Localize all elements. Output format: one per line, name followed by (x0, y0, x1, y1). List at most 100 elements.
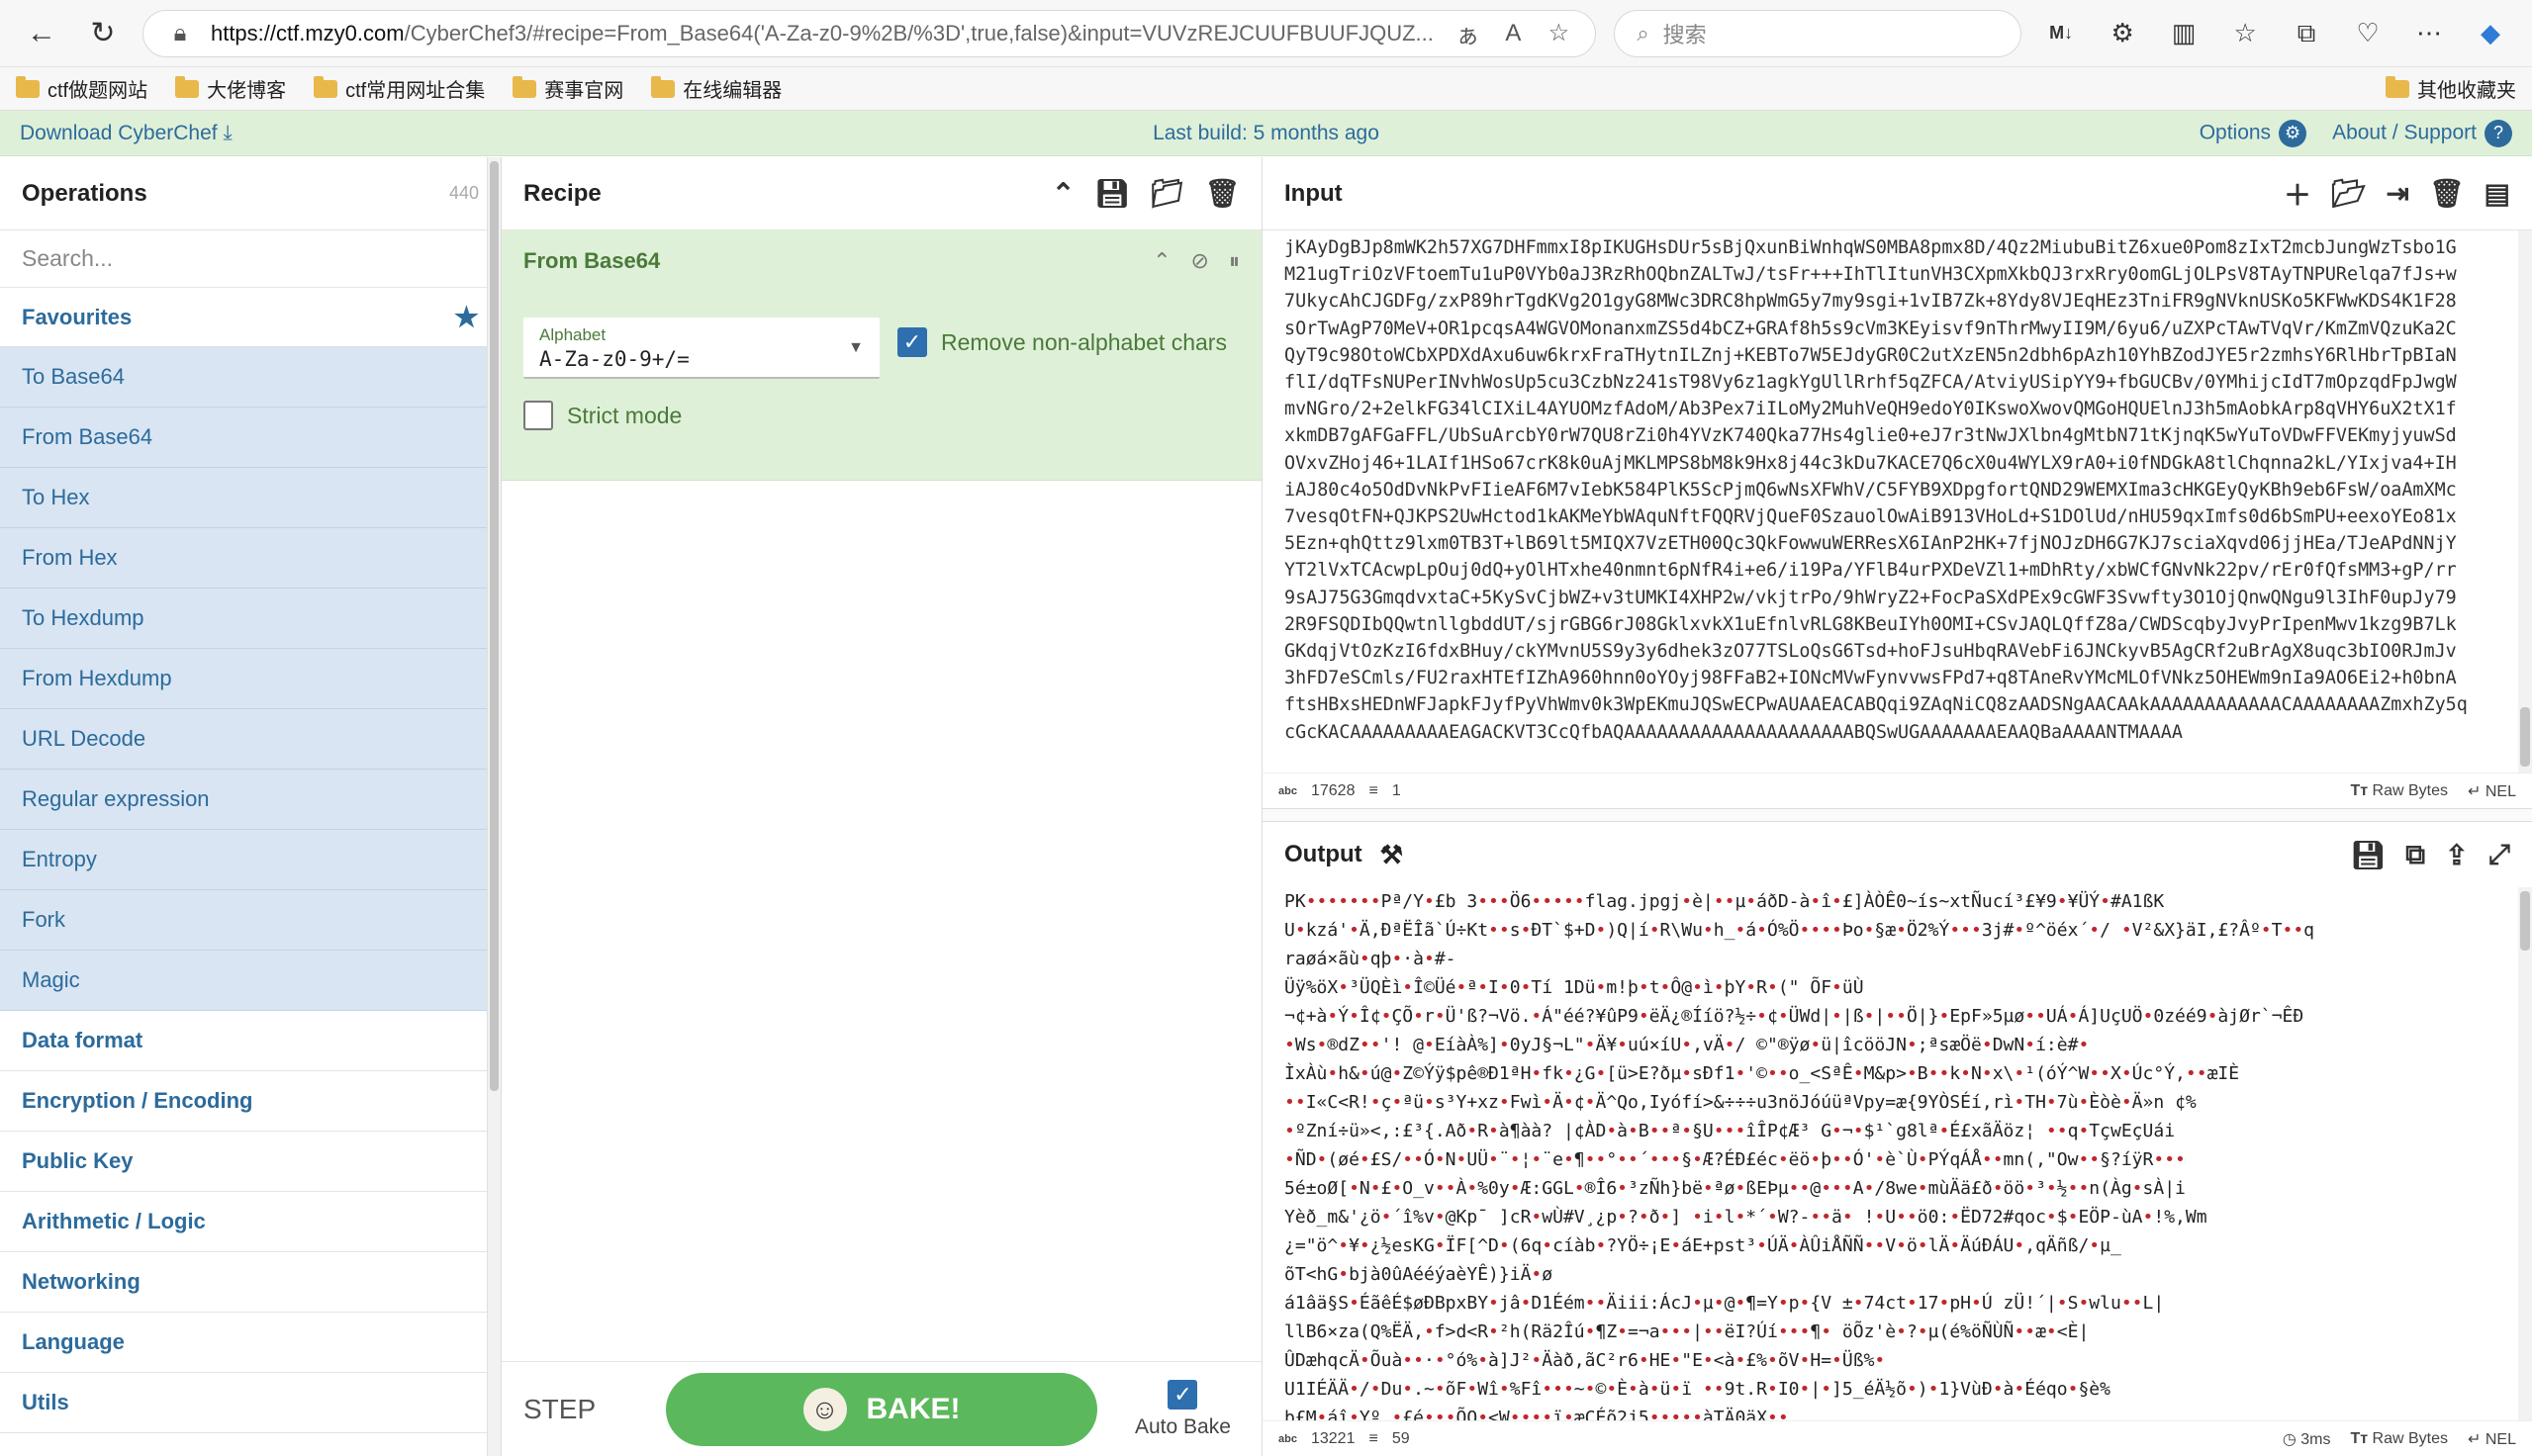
operation-item[interactable]: From Base64 (0, 408, 501, 468)
chevron-up-icon[interactable]: ⌃ (1153, 248, 1171, 274)
operations-count: 440 (448, 183, 479, 203)
add-tab-icon[interactable]: ＋ (2284, 174, 2311, 214)
browser-essentials-icon[interactable]: ♡ (2346, 12, 2390, 55)
puzzle-icon[interactable]: ⚙︎ (2101, 12, 2144, 55)
load-recipe-icon[interactable]: 📁︎ (1150, 177, 1185, 210)
operation-item[interactable]: Entropy (0, 830, 501, 890)
bookmark-folder[interactable]: 大佬博客 (175, 74, 286, 103)
bookmark-folder[interactable]: 赛事官网 (513, 74, 623, 103)
translate-icon[interactable]: ぁ (1453, 16, 1482, 50)
input-encoding[interactable]: Tт Raw Bytes (2350, 782, 2448, 800)
checkbox-unchecked-icon[interactable] (523, 401, 553, 430)
bake-time: ◷ 3ms (2282, 1430, 2331, 1448)
copy-output-icon[interactable]: ⧉ (2405, 839, 2425, 871)
operation-category[interactable]: Language (0, 1313, 501, 1373)
step-button[interactable]: STEP (523, 1394, 642, 1425)
operation-category[interactable]: Networking (0, 1252, 501, 1313)
output-line: •ÑD•(øé•£S/••Ó•N•UÜ•¨•¦•¨e•¶••°••´•••§•Æ… (1284, 1149, 2186, 1170)
operation-item[interactable]: Regular expression (0, 770, 501, 830)
input-textarea[interactable]: jKAyDgBJp8mWK2h57XG7DHFmmxI8pIKUGHsDUr5s… (1263, 230, 2532, 773)
operation-category[interactable]: Arithmetic / Logic (0, 1192, 501, 1252)
operation-category[interactable]: Encryption / Encoding (0, 1071, 501, 1132)
save-output-icon[interactable]: 💾︎ (2351, 839, 2387, 871)
collapse-icon[interactable]: ⌃ (1052, 177, 1075, 210)
split-screen-icon[interactable]: ▥ (2162, 12, 2205, 55)
other-bookmarks-folder[interactable]: 其他收藏夹 (2386, 74, 2516, 103)
alphabet-select[interactable]: Alphabet A-Za-z0-9+/= ▼ (523, 318, 880, 379)
output-line: b£M•áî•Yº •£é•••ÕQ•<W••••ï•æCÉõ2j5•••••à… (1284, 1408, 1789, 1421)
lock-icon[interactable]: 🔒︎ (165, 20, 195, 47)
more-icon[interactable]: ⋯ (2407, 12, 2451, 55)
operation-item[interactable]: Magic (0, 951, 501, 1011)
download-cyberchef-link[interactable]: Download CyberChef ⤓ (20, 122, 233, 145)
input-eol[interactable]: ↵ NEL (2468, 781, 2516, 801)
operation-category[interactable]: Utils (0, 1373, 501, 1433)
bookmark-folder[interactable]: ctf做题网站 (16, 74, 147, 103)
magic-wand-icon[interactable]: ⚒ (1380, 840, 1403, 870)
operation-item[interactable]: To Base64 (0, 347, 501, 408)
back-icon[interactable]: ← (20, 12, 63, 55)
checkbox-checked-icon[interactable]: ✓ (897, 327, 927, 357)
options-link[interactable]: Options ⚙ (2200, 119, 2307, 147)
copilot-icon[interactable]: ◆ (2469, 12, 2512, 55)
output-scrollbar[interactable] (2518, 887, 2532, 1421)
operation-item[interactable]: Fork (0, 890, 501, 951)
output-lines: 59 (1391, 1429, 1410, 1447)
replace-input-icon[interactable]: ⇪ (2445, 839, 2468, 871)
operation-item[interactable]: URL Decode (0, 709, 501, 770)
bookmark-folder[interactable]: 在线编辑器 (651, 74, 782, 103)
output-line: llB6×za(Q%ËÄ,•f>d<R•²h(Rä2Îú•¶Z•=¬a•••|•… (1284, 1321, 2090, 1342)
url-text[interactable]: https://ctf.mzy0.com/CyberChef3/#recipe=… (211, 21, 1437, 46)
chef-icon: ☺ (802, 1387, 847, 1431)
operation-item[interactable]: To Hexdump (0, 589, 501, 649)
io-divider[interactable] (1263, 808, 2532, 822)
reset-layout-icon[interactable]: ▤ (2485, 177, 2510, 210)
operation-category[interactable]: Public Key (0, 1132, 501, 1192)
operations-scrollbar[interactable] (487, 157, 501, 1456)
about-support-link[interactable]: About / Support? (2332, 119, 2512, 147)
output-line: 5é±oØ[•N•£•O_v••À•%0y•Æ:GGL•®Î6•³zÑh}bë•… (1284, 1178, 2186, 1199)
star-icon[interactable]: ★ (454, 301, 479, 333)
open-folder-icon[interactable]: 📂︎ (2331, 177, 2367, 210)
operation-item[interactable]: To Hex (0, 468, 501, 528)
clear-recipe-icon[interactable]: 🗑︎ (1204, 177, 1240, 210)
strict-mode-checkbox[interactable]: Strict mode (523, 401, 682, 430)
auto-bake-toggle[interactable]: ✓ Auto Bake (1135, 1379, 1231, 1439)
recipe-operation-from-base64[interactable]: From Base64 ⌃ ⊘ ⏸︎ Alphabet A-Za-z0-9+/=… (502, 230, 1262, 481)
browser-toolbar: ← ↻ 🔒︎ https://ctf.mzy0.com/CyberChef3/#… (0, 0, 2532, 67)
address-bar[interactable]: 🔒︎ https://ctf.mzy0.com/CyberChef3/#reci… (141, 9, 1597, 57)
favorite-star-icon[interactable]: ☆ (1544, 19, 1573, 47)
disable-icon[interactable]: ⊘ (1191, 248, 1209, 274)
recipe-pane: Recipe ⌃ 💾︎ 📁︎ 🗑︎ From Base64 ⌃ ⊘ ⏸︎ Alp… (502, 157, 1263, 1456)
output-line: õT<hG•bjà0ûAééýaèYÊ)}iÄ•ø (1284, 1264, 1553, 1285)
dropdown-caret-icon[interactable]: ▼ (848, 339, 864, 357)
operation-item[interactable]: From Hex (0, 528, 501, 589)
checkbox-checked-icon[interactable]: ✓ (1168, 1379, 1198, 1410)
extension-icon[interactable]: M↓ (2039, 12, 2083, 55)
operations-search-input[interactable]: Search... (0, 230, 501, 288)
collections-icon[interactable]: ⧉ (2285, 12, 2328, 55)
output-encoding[interactable]: Tт Raw Bytes (2350, 1430, 2448, 1448)
category-favourites[interactable]: Favourites ★ (0, 288, 501, 347)
output-textarea[interactable]: PK•••••••Pª/Y•£b 3•••Ö6•••••flag.jpgj•è|… (1263, 887, 2504, 1421)
lines-icon: ≡ (1368, 1429, 1378, 1447)
bake-button[interactable]: ☺ BAKE! (666, 1372, 1097, 1446)
output-line: raøá×ãù•qþ•·à•#- (1284, 949, 1456, 969)
clear-input-icon[interactable]: 🗑︎ (2429, 177, 2465, 210)
bookmark-folder[interactable]: ctf常用网址合集 (314, 74, 485, 103)
refresh-icon[interactable]: ↻ (81, 12, 125, 55)
pause-icon[interactable]: ⏸︎ (1229, 248, 1240, 274)
remove-non-alphabet-checkbox[interactable]: ✓ Remove non-alphabet chars (897, 327, 1227, 357)
operation-category[interactable]: Data format (0, 1011, 501, 1071)
maximize-icon[interactable]: ⤢ (2488, 839, 2510, 871)
open-file-icon[interactable]: ⇥ (2387, 177, 2409, 210)
browser-search-box[interactable]: ⌕ 搜索 (1614, 9, 2022, 57)
input-scrollbar[interactable] (2518, 230, 2532, 773)
save-recipe-icon[interactable]: 💾︎ (1094, 177, 1130, 210)
output-eol[interactable]: ↵ NEL (2468, 1429, 2516, 1449)
read-aloud-icon[interactable]: A (1498, 20, 1528, 47)
folder-icon (2386, 75, 2409, 98)
favorites-icon[interactable]: ☆ (2223, 12, 2267, 55)
operation-item[interactable]: From Hexdump (0, 649, 501, 709)
output-line: U•kzá'•Ä,ÐªËÎã`Ú÷Kt••s•ÐT`$+D•)Q|í•R\Wu•… (1284, 920, 2314, 941)
